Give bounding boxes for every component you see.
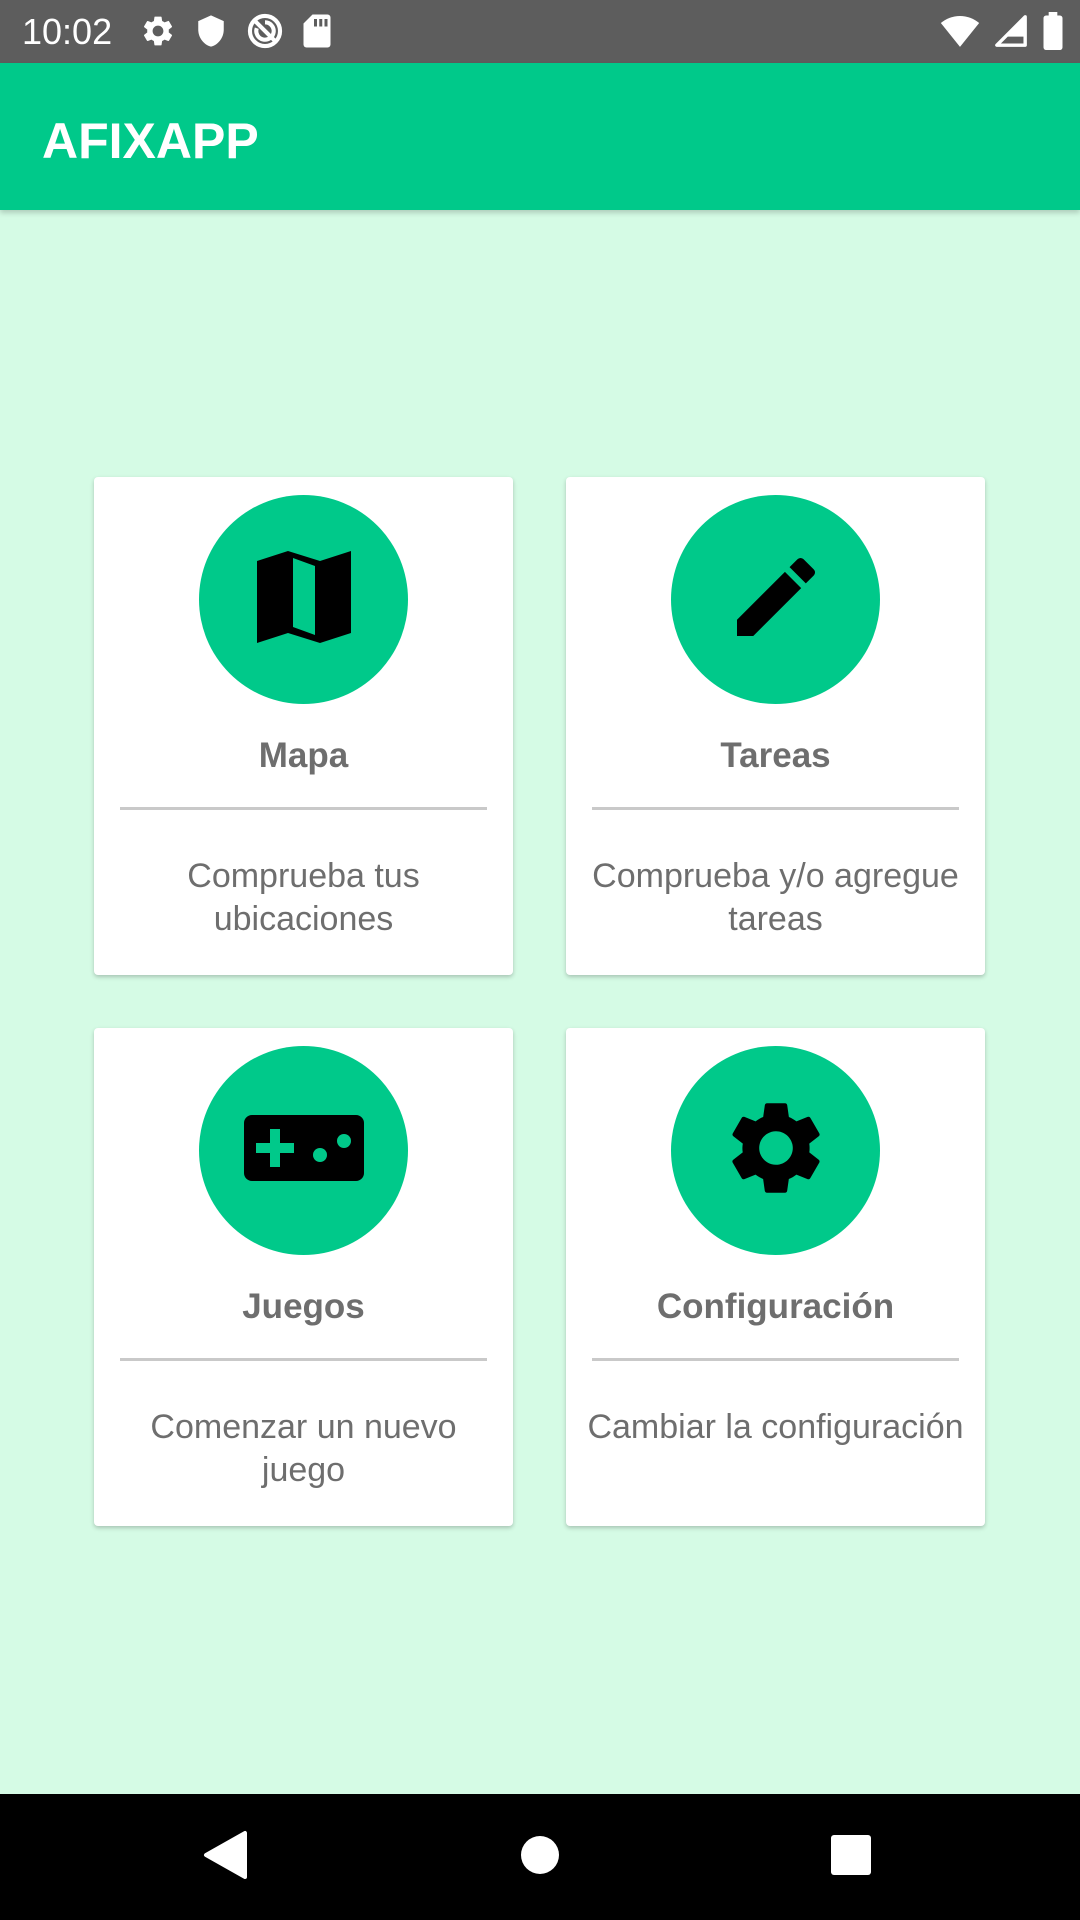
gamepad-icon [242, 1113, 366, 1188]
card-icon-circle [671, 1046, 880, 1255]
home-icon [520, 1835, 560, 1880]
card-title: Juegos [242, 1287, 365, 1326]
back-icon [203, 1830, 247, 1885]
card-description: Comenzar un nuevo juego [150, 1408, 457, 1489]
card-divider [120, 807, 487, 810]
home-button[interactable] [503, 1820, 577, 1894]
pencil-icon [724, 545, 828, 654]
map-icon [253, 547, 355, 652]
card-icon-circle [199, 1046, 408, 1255]
card-divider [592, 807, 959, 810]
no-sync-icon [246, 12, 284, 50]
card-title: Tareas [720, 736, 831, 775]
card-description: Cambiar la configuración [587, 1408, 964, 1446]
recents-icon [830, 1834, 872, 1881]
sd-card-icon [302, 13, 332, 49]
card-icon-circle [671, 495, 880, 704]
status-icons-left [140, 12, 332, 50]
card-description: Comprueba tus ubicaciones [187, 857, 420, 938]
card-title: Configuración [656, 1287, 895, 1326]
gear-icon [140, 13, 176, 49]
card-mapa[interactable]: Mapa Comprueba tus ubicaciones [94, 477, 513, 975]
settings-icon [720, 1092, 832, 1209]
card-description: Comprueba y/o agregue tareas [592, 857, 959, 938]
battery-icon [1042, 12, 1064, 50]
navigation-bar [0, 1794, 1080, 1920]
status-time: 10:02 [22, 11, 113, 52]
app-bar: AFIXAPP [0, 63, 1080, 210]
card-tareas[interactable]: Tareas Comprueba y/o agregue tareas [566, 477, 985, 975]
status-bar: 10:02 [0, 0, 1080, 63]
card-configuracion[interactable]: Configuración Cambiar la configuración [566, 1028, 985, 1526]
card-juegos[interactable]: Juegos Comenzar un nuevo juego [94, 1028, 513, 1526]
shield-icon [194, 13, 228, 49]
card-divider [120, 1358, 487, 1361]
recents-button[interactable] [814, 1820, 888, 1894]
status-icons-right [940, 12, 1064, 50]
signal-icon [994, 14, 1028, 48]
card-icon-circle [199, 495, 408, 704]
back-button[interactable] [188, 1820, 262, 1894]
card-title: Mapa [258, 736, 349, 775]
app-title: AFIXAPP [42, 113, 259, 169]
wifi-icon [940, 14, 980, 48]
card-divider [592, 1358, 959, 1361]
